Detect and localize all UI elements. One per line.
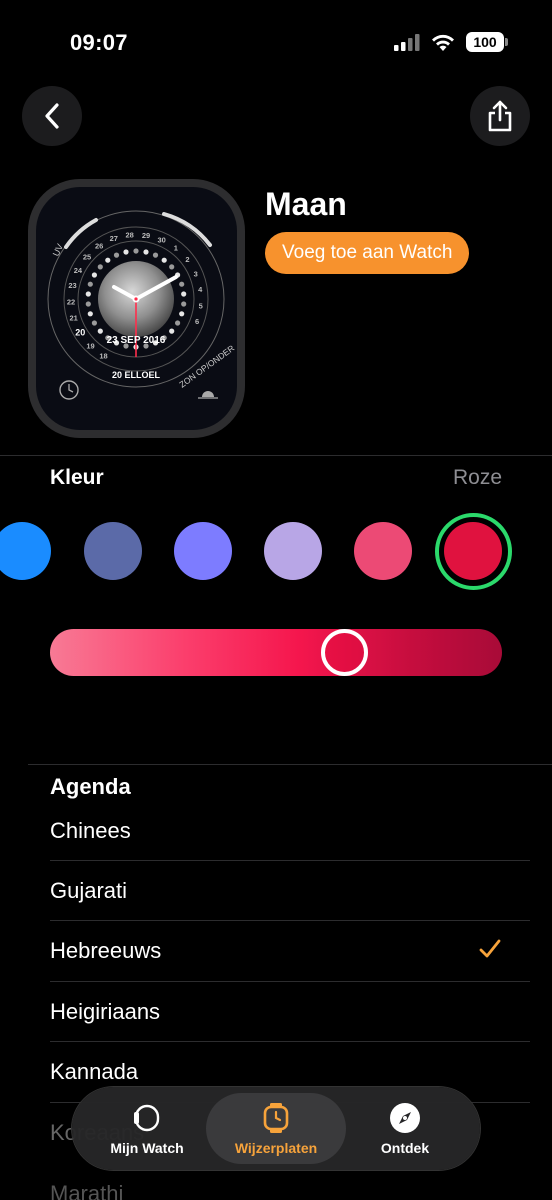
- moon-phase-dot: [105, 257, 111, 263]
- color-label: Kleur: [50, 466, 104, 489]
- ring-number: 6: [195, 317, 199, 326]
- color-swatch-pink[interactable]: [354, 522, 412, 580]
- battery-icon: 100: [466, 32, 508, 52]
- ring-number: 19: [86, 341, 94, 350]
- moon-phase-dot: [161, 257, 167, 263]
- ring-number: 20: [75, 328, 85, 338]
- back-button[interactable]: [22, 86, 82, 146]
- color-swatch-violet[interactable]: [174, 522, 232, 580]
- tab-ontdek[interactable]: Ontdek: [340, 1093, 470, 1164]
- moon-phase-dot: [181, 291, 187, 297]
- color-slider-track[interactable]: [50, 629, 502, 676]
- moon-phase-dot: [85, 291, 91, 297]
- tab-label: Wijzerplaten: [234, 1139, 318, 1156]
- section-divider: [28, 764, 552, 765]
- tab-mijn-watch[interactable]: Mijn Watch: [82, 1093, 212, 1164]
- watch-face-preview[interactable]: 18 19 20 21 22 23 24 25 26 27 28 29 30 1 2 3 4 5 6 UV 23 S…: [28, 179, 245, 438]
- moon-phase-dot: [91, 272, 97, 278]
- ring-number: 3: [194, 269, 198, 278]
- color-swatch-roze[interactable]: [444, 522, 502, 580]
- tab-label: Ontdek: [380, 1139, 430, 1156]
- moon-phase-dot: [152, 252, 159, 258]
- moon-phase-dot: [181, 301, 187, 307]
- ring-number: 21: [70, 314, 78, 323]
- ring-number: 29: [142, 231, 150, 240]
- calendar-option-chinees[interactable]: Chinees: [50, 801, 530, 861]
- signal-icon: [394, 34, 420, 51]
- color-swatch-blue[interactable]: [0, 522, 51, 580]
- calendar-option-gujarati[interactable]: Gujarati: [50, 861, 530, 921]
- ring-number: 27: [110, 234, 118, 243]
- ring-number: 30: [158, 235, 166, 244]
- moon-phase-dot: [179, 281, 185, 287]
- ring-number: 22: [67, 298, 75, 307]
- moon-phase-dot: [123, 249, 129, 255]
- ring-number: 26: [95, 241, 103, 250]
- ring-number: 24: [74, 266, 83, 275]
- moon-phase-dot: [113, 252, 120, 258]
- tab-bar: Mijn Watch Wijzerplaten Ontdek: [72, 1087, 480, 1170]
- watch-outline-icon: [134, 1104, 160, 1131]
- moon-phase-dot: [97, 328, 103, 334]
- checkmark-icon: [479, 939, 501, 958]
- face-title: Maan: [265, 186, 347, 222]
- moon-phase-dot: [87, 311, 93, 317]
- compass-icon: [390, 1102, 420, 1133]
- share-icon: [488, 100, 512, 132]
- ring-number: 18: [99, 351, 107, 360]
- ring-number: 4: [198, 285, 203, 294]
- moon-phase-dot: [175, 320, 181, 326]
- list-item-label: Gujarati: [50, 878, 128, 903]
- watch-face-icon: [263, 1102, 289, 1133]
- moon-phase-dot: [85, 301, 91, 307]
- list-item-label: Heigiriaans: [50, 999, 161, 1024]
- svg-text:20 ELLOEL: 20 ELLOEL: [112, 370, 161, 380]
- list-item-label: Marathi: [50, 1181, 124, 1200]
- list-item-label: Hebreeuws: [50, 938, 162, 963]
- add-to-watch-button[interactable]: Voeg toe aan Watch: [265, 232, 470, 274]
- color-slider-thumb[interactable]: [321, 629, 369, 676]
- moon-phase-dot: [143, 249, 149, 255]
- list-item-label: Kannada: [50, 1059, 139, 1084]
- color-swatch-slate[interactable]: [84, 522, 142, 580]
- moon-phase-dot: [133, 248, 139, 254]
- moon-phase-dot: [87, 281, 93, 287]
- moon-phase-dot: [179, 311, 185, 317]
- calendar-option-hebreeuws[interactable]: Hebreeuws: [50, 921, 530, 981]
- ring-number: 1: [174, 244, 178, 253]
- section-divider: [0, 455, 552, 456]
- ring-number: 28: [126, 230, 134, 239]
- color-swatch-lavender[interactable]: [264, 522, 322, 580]
- wifi-icon: [432, 34, 454, 51]
- tab-label: Mijn Watch: [110, 1139, 184, 1156]
- list-item-label: Chinees: [50, 818, 131, 843]
- chevron-left-icon: [45, 103, 59, 129]
- ring-number: 5: [199, 301, 203, 310]
- status-time: 09:07: [70, 30, 128, 55]
- moon-phase-dot: [169, 264, 175, 270]
- moon-phase-dot: [91, 320, 97, 326]
- svg-text:ZON OP/ONDER: ZON OP/ONDER: [177, 343, 236, 390]
- moon-phase-dot: [169, 328, 175, 334]
- color-value: Roze: [452, 466, 502, 489]
- status-icons: 100: [394, 32, 508, 52]
- moon-face-graphic: 18192021222324252627 28 29 30123456 UV 23 S…: [47, 210, 236, 400]
- ring-number: 2: [185, 255, 189, 264]
- svg-text:23 SEP 2016: 23 SEP 2016: [107, 335, 166, 346]
- svg-text:UV: UV: [51, 242, 65, 258]
- moon-phase-dot: [97, 264, 103, 270]
- calendar-option-heigiriaans[interactable]: Heigiriaans: [50, 982, 530, 1042]
- watch-screen: 18 19 20 21 22 23 24 25 26 27 28 29 30 1 2 3 4 5 6 UV 23 S…: [36, 187, 237, 430]
- calendar-section-title: Agenda: [50, 774, 131, 799]
- ring-number: 23: [68, 281, 76, 290]
- ring-number: 25: [83, 252, 91, 261]
- share-button[interactable]: [470, 86, 530, 146]
- tab-wijzerplaten[interactable]: Wijzerplaten: [206, 1093, 346, 1164]
